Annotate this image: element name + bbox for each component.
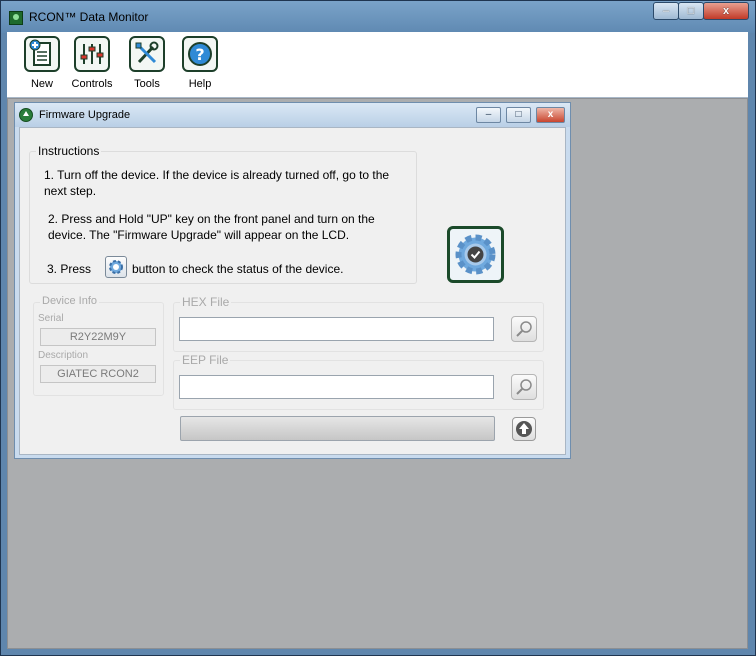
search-icon: [516, 379, 532, 395]
maximize-button[interactable]: □: [678, 2, 704, 20]
help-icon: ?: [182, 36, 218, 72]
tools-button[interactable]: Tools: [124, 36, 170, 90]
check-status-button[interactable]: [447, 226, 504, 283]
hex-browse-button[interactable]: [511, 316, 537, 342]
minimize-button[interactable]: –: [653, 2, 679, 20]
upload-button[interactable]: [512, 417, 536, 441]
hex-file-input[interactable]: [179, 317, 494, 341]
hex-file-group: HEX File: [173, 295, 544, 352]
svg-text:?: ?: [195, 45, 204, 64]
toolbar: New Controls Tools ? Help: [7, 32, 748, 98]
close-button[interactable]: x: [703, 2, 749, 20]
controls-label: Controls: [71, 78, 113, 90]
tools-icon: [129, 36, 165, 72]
child-body: Instructions 1. Turn off the device. If …: [19, 127, 566, 455]
upload-icon: [19, 108, 33, 122]
maximize-icon: □: [687, 5, 695, 17]
app-icon: [9, 11, 23, 25]
child-close-button[interactable]: x: [536, 107, 565, 123]
eep-file-input[interactable]: [179, 375, 494, 399]
help-label: Help: [188, 78, 212, 90]
hex-file-heading: HEX File: [180, 295, 232, 309]
description-value: GIATEC RCON2: [40, 365, 156, 383]
device-info-heading: Device Info: [40, 295, 100, 307]
instructions-group: Instructions 1. Turn off the device. If …: [29, 144, 417, 284]
serial-value: R2Y22M9Y: [40, 328, 156, 346]
instruction-step-2: 2. Press and Hold "UP" key on the front …: [48, 212, 375, 242]
upload-arrow-icon: [516, 421, 532, 437]
new-button[interactable]: New: [19, 36, 65, 90]
eep-file-group: EEP File: [173, 353, 544, 410]
instructions-heading: Instructions: [36, 144, 102, 158]
controls-button[interactable]: Controls: [69, 36, 115, 90]
instruction-step-3-suffix: button to check the status of the device…: [132, 262, 344, 276]
window-title: RCON™ Data Monitor: [29, 10, 149, 24]
minimize-icon: –: [662, 5, 670, 17]
new-label: New: [30, 78, 53, 90]
serial-label: Serial: [38, 313, 64, 324]
upgrade-progress-bar: [180, 416, 495, 441]
firmware-upgrade-window: Firmware Upgrade – □ x Instructions 1. T…: [14, 102, 571, 459]
gear-check-icon: [105, 256, 127, 278]
help-button[interactable]: ? Help: [177, 36, 223, 90]
child-window-title: Firmware Upgrade: [39, 109, 131, 121]
child-minimize-button[interactable]: –: [476, 107, 501, 123]
close-icon: x: [722, 5, 730, 17]
description-label: Description: [38, 350, 89, 361]
instruction-step-3-prefix: 3. Press: [47, 262, 92, 276]
eep-browse-button[interactable]: [511, 374, 537, 400]
title-bar[interactable]: RCON™ Data Monitor – □ x: [1, 1, 755, 33]
child-maximize-button[interactable]: □: [506, 107, 531, 123]
search-icon: [516, 321, 532, 337]
eep-file-heading: EEP File: [180, 353, 231, 367]
sliders-icon: [74, 36, 110, 72]
new-document-icon: [24, 36, 60, 72]
child-title-bar[interactable]: Firmware Upgrade – □ x: [15, 103, 570, 127]
gear-check-icon: [455, 234, 496, 275]
device-info-group: Device Info Serial R2Y22M9Y Description …: [33, 295, 164, 396]
instruction-step-1: 1. Turn off the device. If the device is…: [44, 168, 390, 198]
tools-label: Tools: [134, 78, 160, 90]
